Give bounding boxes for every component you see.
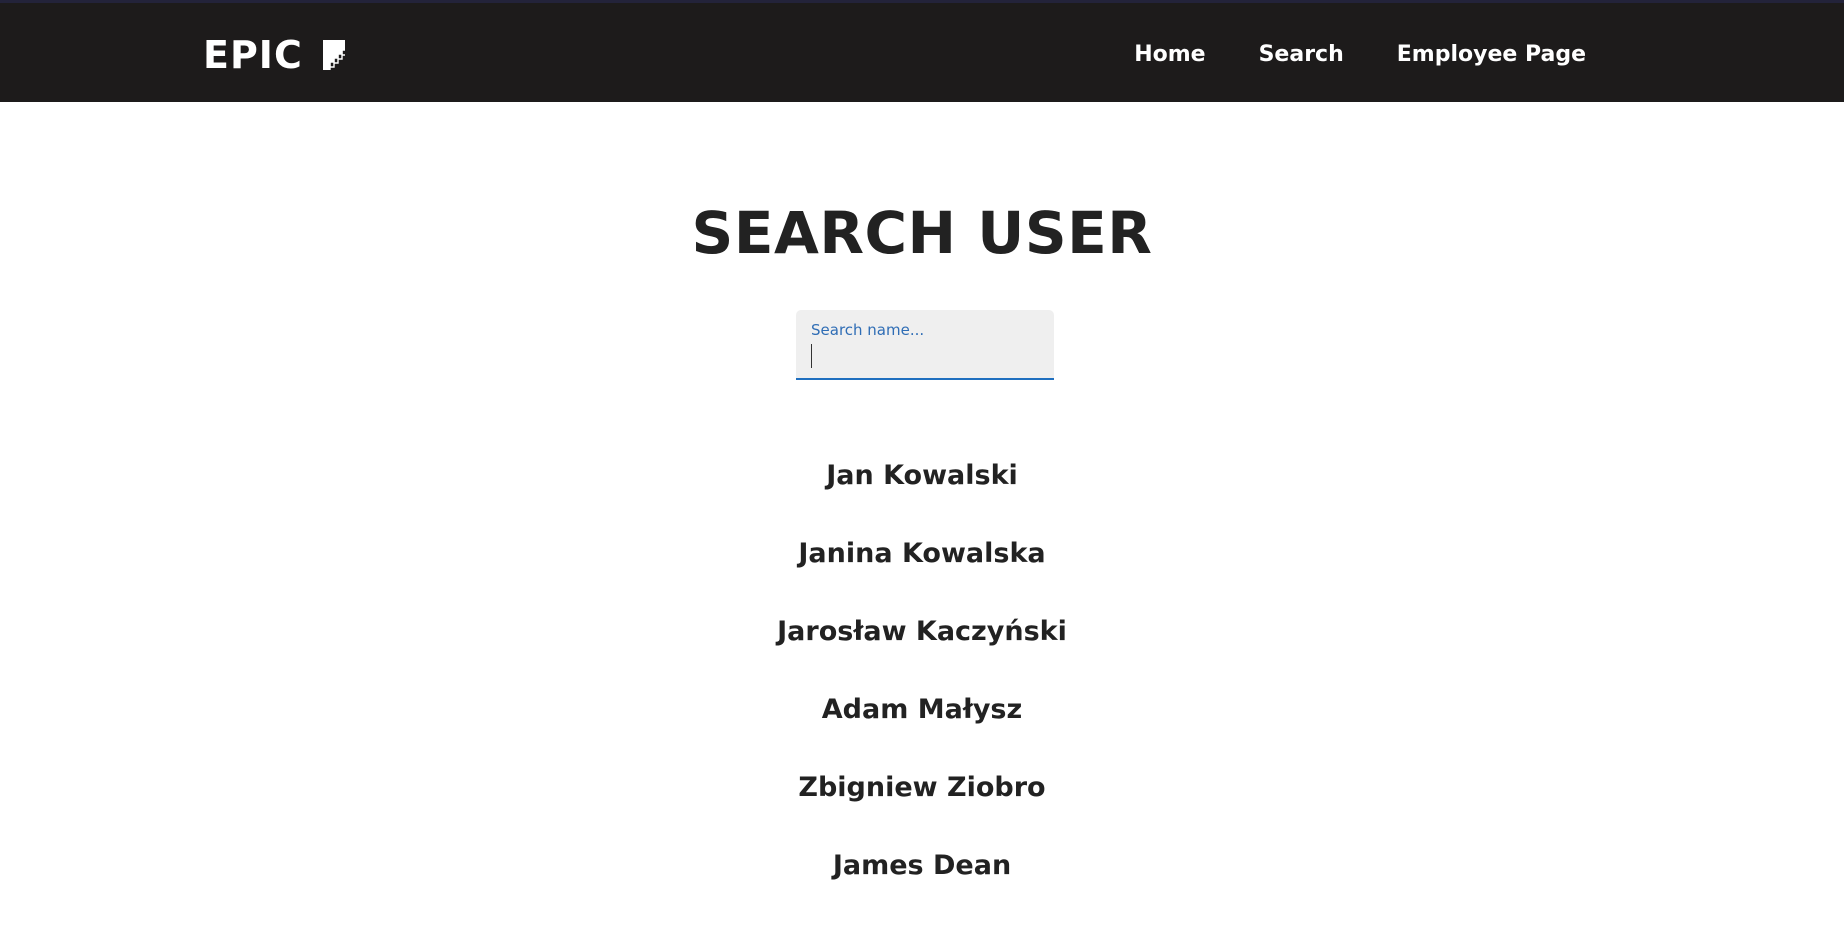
search-name-input[interactable] <box>810 343 1038 371</box>
list-item: Adam Małysz <box>0 682 1844 760</box>
list-item: James Dean <box>0 838 1844 916</box>
user-result-link[interactable]: James Dean <box>833 850 1011 881</box>
top-navbar: EPIC Home Search Employee Page <box>0 0 1844 102</box>
list-item: Jarosław Kaczyński <box>0 604 1844 682</box>
nav-search-link[interactable]: Search <box>1259 41 1344 69</box>
user-result-link[interactable]: Jarosław Kaczyński <box>777 616 1067 647</box>
page-title: SEARCH USER <box>691 199 1153 267</box>
user-results-list: Jan Kowalski Janina Kowalska Jarosław Ka… <box>0 448 1844 916</box>
user-result-link[interactable]: Janina Kowalska <box>798 538 1045 569</box>
list-item: Zbigniew Ziobro <box>0 760 1844 838</box>
brand-name: EPIC <box>203 33 303 77</box>
text-caret <box>811 344 812 368</box>
main-nav: Home Search Employee Page <box>1134 41 1586 69</box>
brand-link[interactable]: EPIC <box>203 33 347 77</box>
user-result-link[interactable]: Jan Kowalski <box>826 460 1018 491</box>
list-item: Janina Kowalska <box>0 526 1844 604</box>
search-field-label: Search name... <box>811 321 925 339</box>
list-item: Jan Kowalski <box>0 448 1844 526</box>
nav-employee-page-link[interactable]: Employee Page <box>1397 41 1586 69</box>
search-name-field[interactable]: Search name... <box>796 310 1054 380</box>
user-result-link[interactable]: Zbigniew Ziobro <box>798 772 1045 803</box>
user-result-link[interactable]: Adam Małysz <box>822 694 1022 725</box>
epic-stairs-logo-icon <box>320 38 347 72</box>
nav-home-link[interactable]: Home <box>1134 41 1205 69</box>
